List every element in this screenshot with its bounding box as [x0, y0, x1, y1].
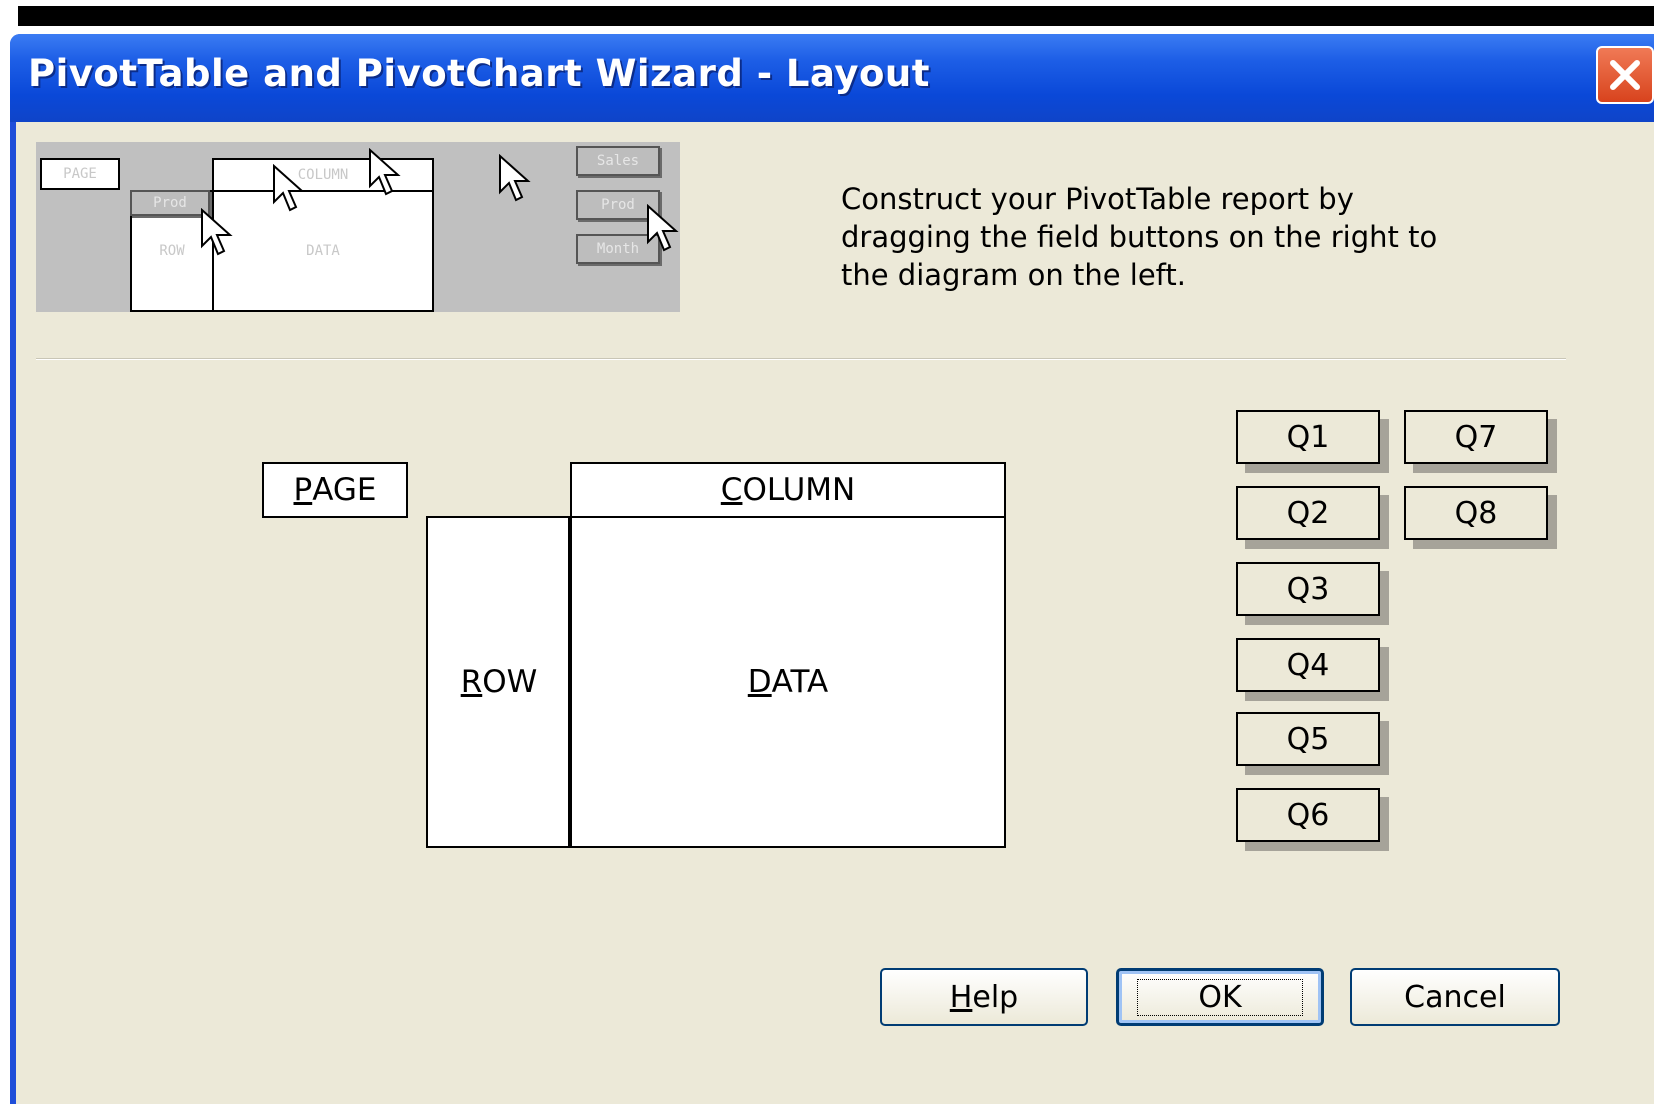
help-button[interactable]: Help: [880, 968, 1088, 1026]
window-title: PivotTable and PivotChart Wizard - Layou…: [28, 52, 930, 95]
cursor-drag-icon: [201, 208, 233, 256]
page-label-rest: AGE: [312, 472, 377, 508]
preview-sales-button: Sales: [576, 146, 660, 176]
cursor-arrow-icon: [499, 154, 531, 202]
row-drop-area[interactable]: R OW: [426, 516, 572, 848]
preview-prod-row-button: Prod: [130, 190, 210, 216]
row-label-rest: OW: [482, 664, 538, 700]
top-black-bar: [18, 6, 1654, 26]
ok-button[interactable]: OK: [1116, 968, 1324, 1026]
field-button-q7[interactable]: Q7: [1404, 410, 1548, 464]
field-button-q8[interactable]: Q8: [1404, 486, 1548, 540]
preview-page-box: PAGE: [40, 158, 120, 190]
help-accel: H: [949, 979, 973, 1015]
data-accel: D: [747, 664, 772, 700]
close-button[interactable]: [1596, 46, 1654, 104]
wizard-dialog: PivotTable and PivotChart Wizard - Layou…: [10, 34, 1654, 1104]
help-label-rest: elp: [972, 979, 1019, 1015]
data-label-rest: ATA: [771, 664, 829, 700]
page-drop-area[interactable]: P AGE: [262, 462, 408, 518]
cancel-button[interactable]: Cancel: [1350, 968, 1560, 1026]
divider: [36, 358, 1566, 360]
field-button-q4[interactable]: Q4: [1236, 638, 1380, 692]
field-button-q3[interactable]: Q3: [1236, 562, 1380, 616]
field-button-q1[interactable]: Q1: [1236, 410, 1380, 464]
column-drop-area[interactable]: C OLUMN: [570, 462, 1006, 518]
field-button-q2[interactable]: Q2: [1236, 486, 1380, 540]
page-accel: P: [293, 472, 313, 508]
field-button-q6[interactable]: Q6: [1236, 788, 1380, 842]
layout-preview-illustration: PAGE COLUMN ROW DATA Prod Sales Prod Mon…: [36, 142, 680, 312]
ok-label: OK: [1137, 978, 1303, 1016]
cursor-arrow-icon: [369, 148, 401, 196]
data-drop-area[interactable]: D ATA: [568, 516, 1006, 848]
cursor-arrow-icon: [273, 164, 305, 212]
field-button-q5[interactable]: Q5: [1236, 712, 1380, 766]
preview-data-box: DATA: [212, 190, 434, 312]
title-bar: PivotTable and PivotChart Wizard - Layou…: [10, 34, 1654, 122]
cursor-arrow-icon: [647, 204, 679, 252]
cancel-label: Cancel: [1404, 979, 1506, 1015]
instructions-text: Construct your PivotTable report by drag…: [841, 182, 1438, 292]
dialog-client-area: PAGE COLUMN ROW DATA Prod Sales Prod Mon…: [16, 122, 1654, 1104]
column-accel: C: [720, 472, 743, 508]
row-accel: R: [460, 664, 483, 700]
close-icon: [1610, 60, 1640, 90]
column-label-rest: OLUMN: [742, 472, 856, 508]
